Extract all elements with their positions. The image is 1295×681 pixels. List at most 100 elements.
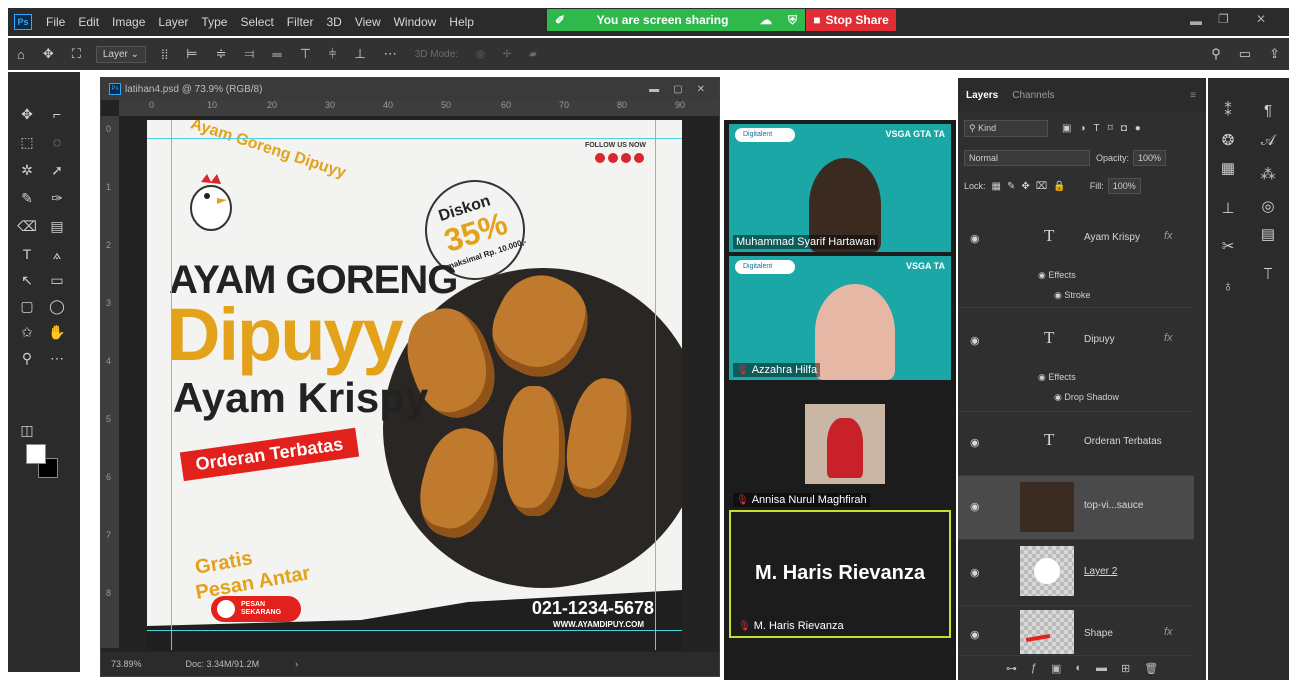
move-tool-icon[interactable]: ✥ [43, 46, 54, 62]
panel-menu-icon[interactable]: ≡ [1190, 90, 1196, 101]
layer-row[interactable]: ◉ T Dipuyy fx ◉ Effects ◉ Drop Shadow [958, 308, 1194, 412]
magic-wand-icon[interactable]: ✲ [16, 160, 38, 180]
artboard-tool-icon[interactable]: ⌐ [46, 104, 68, 124]
tab-channels[interactable]: Channels [1012, 90, 1054, 101]
minimize-icon[interactable]: ▬ [1190, 14, 1202, 28]
lock-position-icon[interactable]: ✥ [1021, 181, 1029, 192]
color-icon[interactable]: ❂ [1218, 130, 1238, 150]
glyphs-icon[interactable]: ⁂ [1258, 164, 1278, 184]
auto-select-icon[interactable]: ⛶ [72, 46, 81, 62]
hand-tool-icon[interactable]: ✋ [46, 322, 68, 342]
ellipse-frame-icon[interactable]: ▢ [16, 296, 38, 316]
align-top-icon[interactable]: ⊤ [300, 46, 311, 62]
swatches-icon[interactable]: ▦ [1218, 158, 1238, 178]
menu-layer[interactable]: Layer [158, 15, 188, 29]
menu-view[interactable]: View [355, 15, 381, 29]
filter-shape-icon[interactable]: ⌑ [1108, 123, 1113, 134]
kind-filter-dropdown[interactable]: ⚲ Kind [964, 120, 1048, 137]
status-arrow-icon[interactable]: › [295, 659, 298, 669]
paragraph-icon[interactable]: ¶ [1258, 100, 1278, 120]
adjustments-icon[interactable]: ⊥ [1218, 198, 1238, 218]
align-center-icon[interactable]: ≑ [216, 46, 227, 62]
visibility-eye-icon[interactable]: ◉ [970, 628, 980, 641]
layer-row[interactable]: ◉ T Orderan Terbatas [958, 412, 1194, 476]
layer-row[interactable]: ◉ Shape fx [958, 606, 1194, 656]
menu-help[interactable]: Help [449, 15, 474, 29]
lock-paint-icon[interactable]: ✎ [1007, 181, 1015, 192]
lock-pixels-icon[interactable]: ▦ [992, 181, 1001, 192]
lock-all-icon[interactable]: 🔒 [1053, 181, 1065, 192]
visibility-eye-icon[interactable]: ◉ [970, 232, 980, 245]
menu-filter[interactable]: Filter [287, 15, 314, 29]
adjustment-layer-icon[interactable]: ◐ [1075, 662, 1082, 674]
learn-icon[interactable]: ♁ [1218, 276, 1238, 296]
visibility-eye-icon[interactable]: ◉ [970, 436, 980, 449]
add-mask-icon[interactable]: ▣ [1051, 662, 1061, 675]
properties-icon[interactable]: ▤ [1258, 224, 1278, 244]
filter-pixel-icon[interactable]: ▣ [1062, 123, 1071, 134]
delete-layer-icon[interactable]: 🗑 [1144, 662, 1158, 675]
menu-3d[interactable]: 3D [326, 15, 341, 29]
rectangle-tool-icon[interactable]: ▭ [46, 270, 68, 290]
close-icon[interactable]: ✕ [1256, 12, 1266, 26]
workspace-icon[interactable]: ▭ [1239, 46, 1251, 62]
menu-select[interactable]: Select [240, 15, 273, 29]
stop-share-button[interactable]: ■ Stop Share [806, 9, 896, 31]
align-left-icon[interactable]: ⊨ [186, 46, 197, 62]
gradient-tool-icon[interactable]: ▤ [46, 216, 68, 236]
align-middle-icon[interactable]: ⫩ [329, 46, 336, 62]
fill-input[interactable]: 100% [1107, 178, 1141, 194]
visibility-eye-icon[interactable]: ◉ [970, 566, 980, 579]
align-bottom-icon[interactable]: ⊥ [354, 46, 365, 62]
home-icon[interactable]: ⌂ [17, 47, 25, 62]
quick-mask-icon[interactable]: ◫ [16, 420, 38, 440]
share-icon[interactable]: ⇪ [1269, 46, 1280, 62]
fx-icon[interactable]: fx [1164, 332, 1173, 344]
move-tool-icon[interactable]: ✥ [16, 104, 38, 124]
doc-close-icon[interactable]: ✕ [697, 84, 705, 95]
participant-tile[interactable]: Digitalent VSGA GTA TA Muhammad Syarif H… [729, 124, 951, 252]
type-tool-icon[interactable]: T [16, 244, 38, 264]
tab-layers[interactable]: Layers [966, 90, 998, 101]
effect-eye-icon[interactable]: ◉ [1038, 270, 1048, 280]
zoom-level[interactable]: 73.89% [111, 659, 142, 669]
menu-image[interactable]: Image [112, 15, 145, 29]
filter-toggle-icon[interactable]: ● [1135, 123, 1141, 134]
participant-tile[interactable]: 🎙 Annisa Nurul Maghfirah [729, 384, 951, 510]
path-select-icon[interactable]: ⟑ [46, 244, 68, 264]
more-options-icon[interactable]: ⋯ [384, 46, 397, 62]
lock-artboard-icon[interactable]: ⌧ [1036, 181, 1048, 192]
doc-maximize-icon[interactable]: ▢ [673, 84, 682, 95]
brush-tool-icon[interactable]: ✑ [46, 188, 68, 208]
menu-type[interactable]: Type [201, 15, 227, 29]
canvas-artwork[interactable]: Ayam Goreng Dipuyy FOLLOW US NOW Diskon … [147, 120, 682, 650]
align-right-icon[interactable]: ⫤ [245, 46, 255, 62]
fx-icon[interactable]: fx [1164, 626, 1173, 638]
filter-adjust-icon[interactable]: ◑ [1079, 123, 1085, 134]
fx-icon[interactable]: fx [1164, 230, 1173, 242]
search-icon[interactable]: ⚲ [1211, 46, 1221, 62]
opacity-input[interactable]: 100% [1133, 150, 1167, 166]
more-tools-icon[interactable]: ⋯ [46, 348, 68, 368]
quick-select-icon[interactable]: ➚ [46, 160, 68, 180]
eyedropper-icon[interactable]: ✎ [16, 188, 38, 208]
foreground-color-swatch[interactable] [26, 444, 46, 464]
link-layers-icon[interactable]: ⊶ [1006, 662, 1017, 675]
character-icon[interactable]: 𝒜 [1258, 130, 1278, 150]
restore-icon[interactable]: ❐ [1218, 12, 1229, 26]
add-style-icon[interactable]: ƒ [1031, 662, 1037, 674]
custom-shape-icon[interactable]: ✩ [16, 322, 38, 342]
tools-preset-icon[interactable]: ✂ [1218, 236, 1238, 256]
paths-icon[interactable]: ⟙ [1258, 264, 1278, 284]
menu-file[interactable]: File [46, 15, 65, 29]
effect-eye-icon[interactable]: ◉ [1054, 392, 1064, 402]
filter-type-icon[interactable]: T [1094, 123, 1100, 134]
active-speaker-tile[interactable]: M. Haris Rievanza 🎙 M. Haris Rievanza [729, 510, 951, 638]
participant-tile[interactable]: Digitalent VSGA TA 🎙 Azzahra Hilfa [729, 256, 951, 380]
transform-controls-icon[interactable]: ⁞⁞ [161, 47, 168, 62]
marquee-tool-icon[interactable]: ⬚ [16, 132, 38, 152]
layer-row[interactable]: ◉ T Ayam Krispy fx ◉ Effects ◉ Stroke [958, 204, 1194, 308]
eraser-tool-icon[interactable]: ⌫ [16, 216, 38, 236]
visibility-eye-icon[interactable]: ◉ [970, 334, 980, 347]
blend-mode-dropdown[interactable]: Normal [964, 150, 1090, 166]
